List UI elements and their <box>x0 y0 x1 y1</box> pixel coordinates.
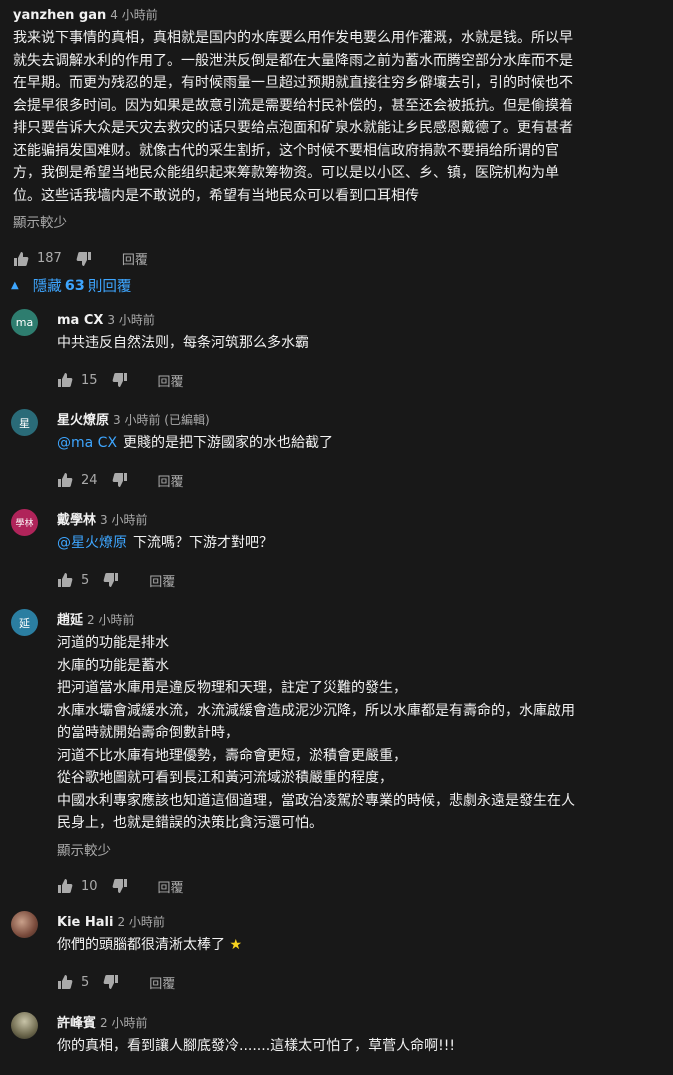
reply-line: 水庫的功能是蓄水 <box>57 657 169 674</box>
dislike-icon[interactable] <box>112 372 128 388</box>
reply-button[interactable]: 回覆 <box>149 571 175 590</box>
comment-line: 位。这些话我墙内是不敢说的，希望有当地民众可以看到口耳相传 <box>13 187 419 204</box>
reply-actions: 5 回覆 <box>57 571 657 590</box>
avatar[interactable] <box>11 1012 38 1039</box>
toggle-suffix: 則回覆 <box>87 279 132 295</box>
avatar[interactable]: 延 <box>11 609 38 636</box>
reply-line: 更賤的是把下游國家的水也給截了 <box>123 435 334 451</box>
avatar[interactable]: 星 <box>11 409 38 436</box>
reply-text: 中共违反自然法则，每条河筑那么多水霸 <box>57 335 309 351</box>
reply-count: 63 <box>64 277 85 294</box>
reply-button[interactable]: 回覆 <box>158 371 184 390</box>
reply-line: 水庫水壩會減緩水流，水流減緩會造成泥沙沉降，所以水庫都是有壽命的，水庫啟用 <box>57 702 575 719</box>
reply-button[interactable]: 回覆 <box>158 877 184 896</box>
reply-line: 河道的功能是排水 <box>57 635 169 651</box>
reply-time[interactable]: 3 小時前 (已編輯) <box>113 413 210 427</box>
reply-button[interactable]: 回覆 <box>158 471 184 490</box>
avatar[interactable]: 學林 <box>11 509 38 536</box>
avatar[interactable] <box>11 911 38 938</box>
reply-time[interactable]: 2 小時前 <box>87 613 134 627</box>
star-emoji-icon: ★ <box>225 937 243 953</box>
reply-header: 星火燎原 3 小時前 (已編輯) <box>57 409 657 428</box>
caret-up-icon: ▲ <box>11 280 19 291</box>
comment-line: 排只要告诉大众是天灾去救灾的话只要给点泡面和矿泉水就能让乡民感恩戴德了。更有甚者 <box>13 120 573 136</box>
like-count: 5 <box>81 572 90 588</box>
mention-link[interactable]: @ma CX <box>57 435 117 451</box>
like-icon[interactable] <box>57 472 73 488</box>
like-count: 15 <box>81 372 98 388</box>
avatar[interactable]: ma <box>11 309 38 336</box>
toggle-prefix: 隱藏 <box>32 279 62 295</box>
reply-header: 許峰賓 2 小時前 <box>57 1012 657 1031</box>
reply-line: 民身上，也就是錯誤的決策比貪污還可怕。 <box>57 815 323 831</box>
reply-actions: 15 回覆 <box>57 371 657 390</box>
reply-header: Kie Hali 2 小時前 <box>57 911 657 930</box>
reply-line: 的當時就開始壽命倒數計時， <box>57 725 239 741</box>
mention-link[interactable]: @星火燎原 <box>57 535 127 551</box>
comment-line: 在早期。而更为残忍的是，有时候雨量一旦超过预期就直接往穷乡僻壤去引，引的时候也不 <box>13 75 573 91</box>
reply-text: 河道的功能是排水 水庫的功能是蓄水 把河道當水庫用是違反物理和天理，註定了災難的… <box>57 632 657 835</box>
show-less-button[interactable]: 顯示較少 <box>13 211 663 231</box>
comment-line: 方，我倒是希望当地民众能组织起来筹款筹物资。可以是以小区、乡、镇，医院机构为单 <box>13 165 559 181</box>
show-less-button[interactable]: 顯示較少 <box>57 839 657 859</box>
reply-line: 下流嗎？下游才對吧？ <box>133 535 273 551</box>
comment-line: 会提早很多时间。因为如果是故意引流是需要给村民补偿的，甚至还会被抵抗。但是偷摸着 <box>13 97 573 114</box>
comment-actions: 187 回覆 <box>13 249 663 268</box>
comment-line: 我来说下事情的真相，真相就是国内的水库要么用作发电要么用作灌溉，水就是钱。所以早 <box>13 30 573 46</box>
like-count: 5 <box>81 974 90 990</box>
reply-author[interactable]: 戴學林 <box>57 513 96 528</box>
reply-author[interactable]: Kie Hali <box>57 915 113 930</box>
comment-line: 就失去调解水利的作用了。一般泄洪反倒是都在大量降雨之前为蓄水而腾空部分水库而不是 <box>13 52 573 69</box>
dislike-icon[interactable] <box>112 878 128 894</box>
dislike-icon[interactable] <box>103 974 119 990</box>
like-icon[interactable] <box>57 974 73 990</box>
comment-text: 我来说下事情的真相，真相就是国内的水库要么用作发电要么用作灌溉，水就是钱。所以早… <box>13 27 663 207</box>
dislike-icon[interactable] <box>76 251 92 267</box>
comment-line: 还能骗捐发国难财。就像古代的采生割折，这个时候不要相信政府捐款不要捐给所谓的官 <box>13 142 559 159</box>
reply-button[interactable]: 回覆 <box>149 973 175 992</box>
reply-header: 戴學林 3 小時前 <box>57 509 657 528</box>
reply-time[interactable]: 3 小時前 <box>107 313 154 327</box>
reply-text: 你們的頭腦都很清淅太棒了 ★ <box>57 934 657 957</box>
reply-line: 從谷歌地圖就可看到長江和黃河流域淤積嚴重的程度， <box>57 770 393 786</box>
reply-text: @星火燎原 下流嗎？下游才對吧？ <box>57 532 657 555</box>
top-comment: yanzhen gan 4 小時前 我来说下事情的真相，真相就是国内的水库要么用作… <box>13 4 663 268</box>
reply-time[interactable]: 2 小時前 <box>100 1016 147 1030</box>
reply-button[interactable]: 回覆 <box>122 249 148 268</box>
like-count: 24 <box>81 472 98 488</box>
reply-line: 你們的頭腦都很清淅太棒了 <box>57 937 225 953</box>
reply-header: 趙延 2 小時前 <box>57 609 657 628</box>
reply-line: 河道不比水庫有地理優勢，壽命會更短，淤積會更嚴重， <box>57 747 407 764</box>
reply-author[interactable]: 星火燎原 <box>57 413 109 428</box>
like-icon[interactable] <box>57 878 73 894</box>
reply-line: 中國水利專家應該也知道這個道理，當政治凌駕於專業的時候，悲劇永遠是發生在人 <box>57 792 575 809</box>
dislike-icon[interactable] <box>103 572 119 588</box>
like-icon[interactable] <box>57 572 73 588</box>
reply-author[interactable]: 趙延 <box>57 613 83 628</box>
dislike-icon[interactable] <box>112 472 128 488</box>
reply-text: @ma CX 更賤的是把下游國家的水也給截了 <box>57 432 657 455</box>
reply-line: 把河道當水庫用是違反物理和天理，註定了災難的發生， <box>57 680 407 696</box>
reply-time[interactable]: 3 小時前 <box>100 513 147 527</box>
comment-author[interactable]: yanzhen gan <box>13 8 106 23</box>
hide-replies-button[interactable]: ▲ 隱藏 63 則回覆 <box>11 275 131 296</box>
reply-header: ma CX 3 小時前 <box>57 309 657 328</box>
reply-time[interactable]: 2 小時前 <box>117 915 164 929</box>
like-count: 187 <box>37 251 62 266</box>
reply-author[interactable]: ma CX <box>57 313 103 328</box>
comment-time[interactable]: 4 小時前 <box>110 8 157 22</box>
like-count: 10 <box>81 878 98 894</box>
reply-actions: 24 回覆 <box>57 471 657 490</box>
reply-actions: 10 回覆 <box>57 877 657 896</box>
like-icon[interactable] <box>13 251 29 267</box>
like-icon[interactable] <box>57 372 73 388</box>
comment-header: yanzhen gan 4 小時前 <box>13 4 663 23</box>
reply-author[interactable]: 許峰賓 <box>57 1016 96 1031</box>
reply-actions: 5 回覆 <box>57 973 657 992</box>
reply-text: 你的真相，看到讓人腳底發冷.......這樣太可怕了，草菅人命啊!!! <box>57 1038 455 1054</box>
